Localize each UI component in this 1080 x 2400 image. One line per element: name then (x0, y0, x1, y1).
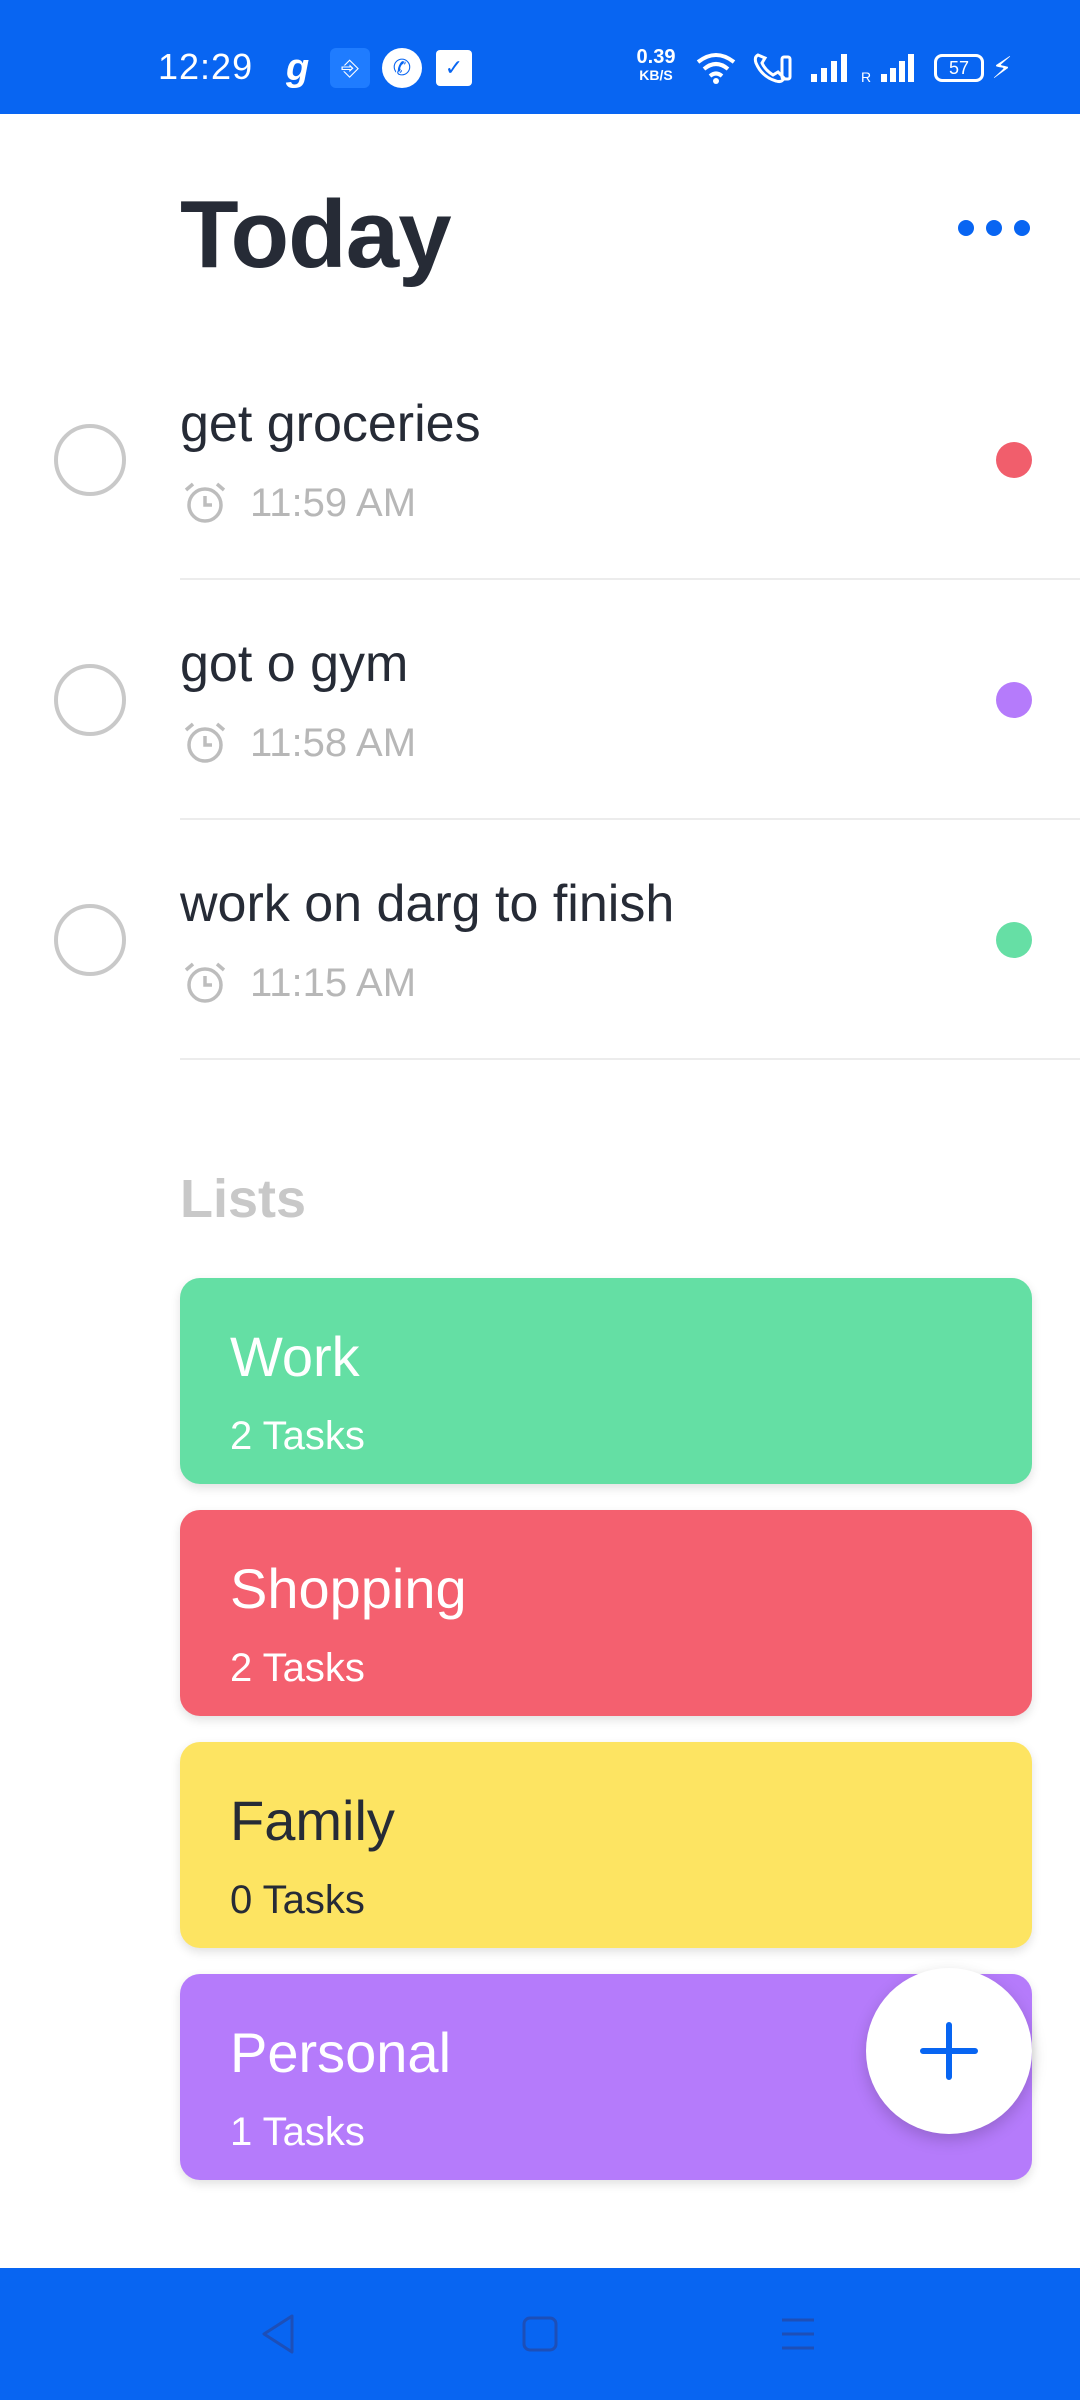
list-name: Personal (230, 2021, 452, 2084)
task-checkbox[interactable] (54, 904, 126, 976)
status-time: 12:29 (158, 46, 254, 87)
task-divider (180, 1058, 1080, 1060)
alarm-clock-icon (184, 722, 226, 763)
home-icon (522, 2316, 558, 2352)
battery-icon: 57 (934, 54, 984, 82)
back-button[interactable] (252, 2308, 304, 2360)
task-checkbox[interactable] (54, 664, 126, 736)
task-time: 11:59 AM (250, 480, 417, 525)
more-dots-icon (986, 220, 1002, 236)
list-name: Work (230, 1325, 360, 1388)
phone-call-icon: ✆ (382, 48, 422, 88)
lists-heading: Lists (180, 1169, 307, 1229)
add-button[interactable] (866, 1968, 1032, 2134)
list-task-count: 2 Tasks (230, 1646, 365, 1690)
task-time-wrap: 11:15 AM (182, 960, 416, 1006)
network-speed-value: 0.39 (636, 46, 676, 68)
task-row[interactable]: got o gym 11:58 AM (0, 578, 1080, 820)
task-time: 11:58 AM (250, 720, 417, 765)
task-color-dot (996, 922, 1032, 958)
g-app-icon: g (286, 46, 310, 89)
page-title: Today (180, 181, 452, 288)
task-title: got o gym (180, 635, 409, 693)
task-title: get groceries (180, 395, 481, 453)
network-speed-unit: KB/S (639, 67, 673, 83)
task-title: work on darg to finish (180, 875, 675, 933)
list-name: Shopping (230, 1557, 467, 1620)
back-icon (262, 2314, 294, 2354)
roaming-signal-icon: R (860, 48, 920, 88)
wifi-icon (694, 48, 738, 88)
list-card-work[interactable]: Work 2 Tasks (180, 1278, 1032, 1484)
task-time-wrap: 11:59 AM (182, 480, 416, 526)
recents-button[interactable] (772, 2308, 824, 2360)
task-time: 11:15 AM (250, 960, 417, 1005)
signal-icon (806, 48, 852, 88)
task-color-dot (996, 682, 1032, 718)
wifi-calling-icon (750, 48, 796, 88)
usb-icon: ⎆ (330, 48, 370, 88)
status-bar: 12:29 g ⎆ ✆ ✓ 0.39 KB/S R 57 ⚡ (0, 0, 1080, 114)
more-options-button[interactable] (958, 210, 1030, 246)
task-row[interactable]: work on darg to finish 11:15 AM (0, 818, 1080, 1060)
more-dots-icon (1014, 220, 1030, 236)
list-card-family[interactable]: Family 0 Tasks (180, 1742, 1032, 1948)
recents-icon (782, 2318, 814, 2350)
plus-icon (920, 2022, 978, 2080)
alarm-clock-icon (184, 482, 226, 523)
system-nav-bar (0, 2268, 1080, 2400)
charging-bolt-icon: ⚡ (991, 51, 1013, 85)
list-name: Family (230, 1789, 395, 1852)
list-card-shopping[interactable]: Shopping 2 Tasks (180, 1510, 1032, 1716)
network-speed: 0.39 KB/S (628, 46, 684, 84)
home-button[interactable] (514, 2308, 566, 2360)
svg-text:R: R (861, 69, 871, 84)
task-color-dot (996, 442, 1032, 478)
task-row[interactable]: get groceries 11:59 AM (0, 338, 1080, 580)
more-dots-icon (958, 220, 974, 236)
task-time-wrap: 11:58 AM (182, 720, 416, 766)
task-checkbox[interactable] (54, 424, 126, 496)
list-task-count: 0 Tasks (230, 1878, 365, 1922)
alarm-clock-icon (184, 962, 226, 1003)
list-task-count: 2 Tasks (230, 1414, 365, 1458)
list-task-count: 1 Tasks (230, 2110, 365, 2154)
check-task-icon: ✓ (436, 50, 472, 86)
